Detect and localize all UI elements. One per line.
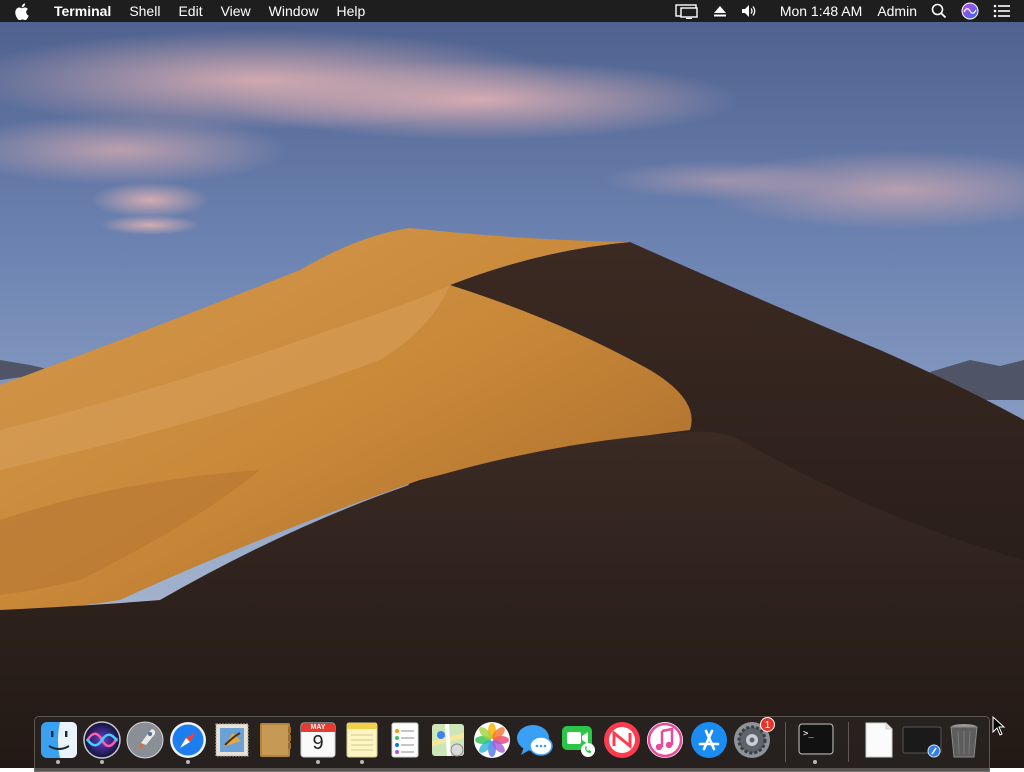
app-store-icon[interactable]: [690, 721, 728, 759]
itunes-icon[interactable]: [646, 721, 684, 759]
running-indicator: [186, 760, 190, 764]
notes-icon[interactable]: [343, 721, 381, 759]
desktop-wallpaper: [0, 0, 1024, 768]
facetime-icon[interactable]: [560, 721, 598, 759]
apple-menu-icon[interactable]: [14, 0, 40, 22]
menu-window[interactable]: Window: [260, 0, 328, 22]
menu-help[interactable]: Help: [327, 0, 374, 22]
document-icon[interactable]: [860, 721, 898, 759]
contacts-icon[interactable]: [256, 721, 294, 759]
dock-divider: [848, 722, 849, 762]
menu-shell[interactable]: Shell: [120, 0, 169, 22]
calendar-day: 9: [312, 732, 324, 754]
messages-icon[interactable]: [516, 721, 554, 759]
running-indicator: [360, 760, 364, 764]
running-indicator: [56, 760, 60, 764]
menu-app-name[interactable]: Terminal: [40, 0, 120, 22]
menu-edit[interactable]: Edit: [169, 0, 211, 22]
launchpad-icon[interactable]: [126, 721, 164, 759]
menu-view[interactable]: View: [212, 0, 260, 22]
calendar-month: MAY: [310, 724, 326, 731]
display-mirroring-icon[interactable]: [668, 0, 706, 22]
terminal-icon[interactable]: >_: [797, 721, 835, 759]
menu-clock[interactable]: Mon 1:48 AM: [766, 0, 871, 22]
volume-icon[interactable]: [734, 0, 766, 22]
menu-bar: Terminal Shell Edit View Window Help Mon…: [0, 0, 1024, 22]
reminders-icon[interactable]: [386, 721, 424, 759]
notification-badge: 1: [760, 717, 775, 732]
safari-icon[interactable]: [169, 721, 207, 759]
notification-center-icon[interactable]: [986, 0, 1018, 22]
eject-icon[interactable]: [706, 0, 734, 22]
dock-divider: [785, 722, 786, 762]
news-icon[interactable]: [603, 721, 641, 759]
running-indicator: [316, 760, 320, 764]
calendar-icon[interactable]: MAY 9: [299, 721, 337, 759]
terminal-prompt: >_: [803, 729, 814, 739]
menu-user[interactable]: Admin: [870, 0, 924, 22]
running-indicator: [100, 760, 104, 764]
mouse-cursor-icon: [992, 715, 1006, 741]
screen-sharing-icon[interactable]: [902, 721, 942, 759]
maps-icon[interactable]: [429, 721, 467, 759]
photos-icon[interactable]: [473, 721, 511, 759]
finder-icon[interactable]: [40, 721, 78, 759]
siri-icon[interactable]: [954, 0, 986, 22]
running-indicator: [813, 760, 817, 764]
siri-icon[interactable]: [83, 721, 121, 759]
mail-icon[interactable]: [213, 721, 251, 759]
trash-icon[interactable]: [945, 721, 983, 759]
system-preferences-icon[interactable]: 1: [733, 717, 775, 759]
spotlight-icon[interactable]: [924, 0, 954, 22]
